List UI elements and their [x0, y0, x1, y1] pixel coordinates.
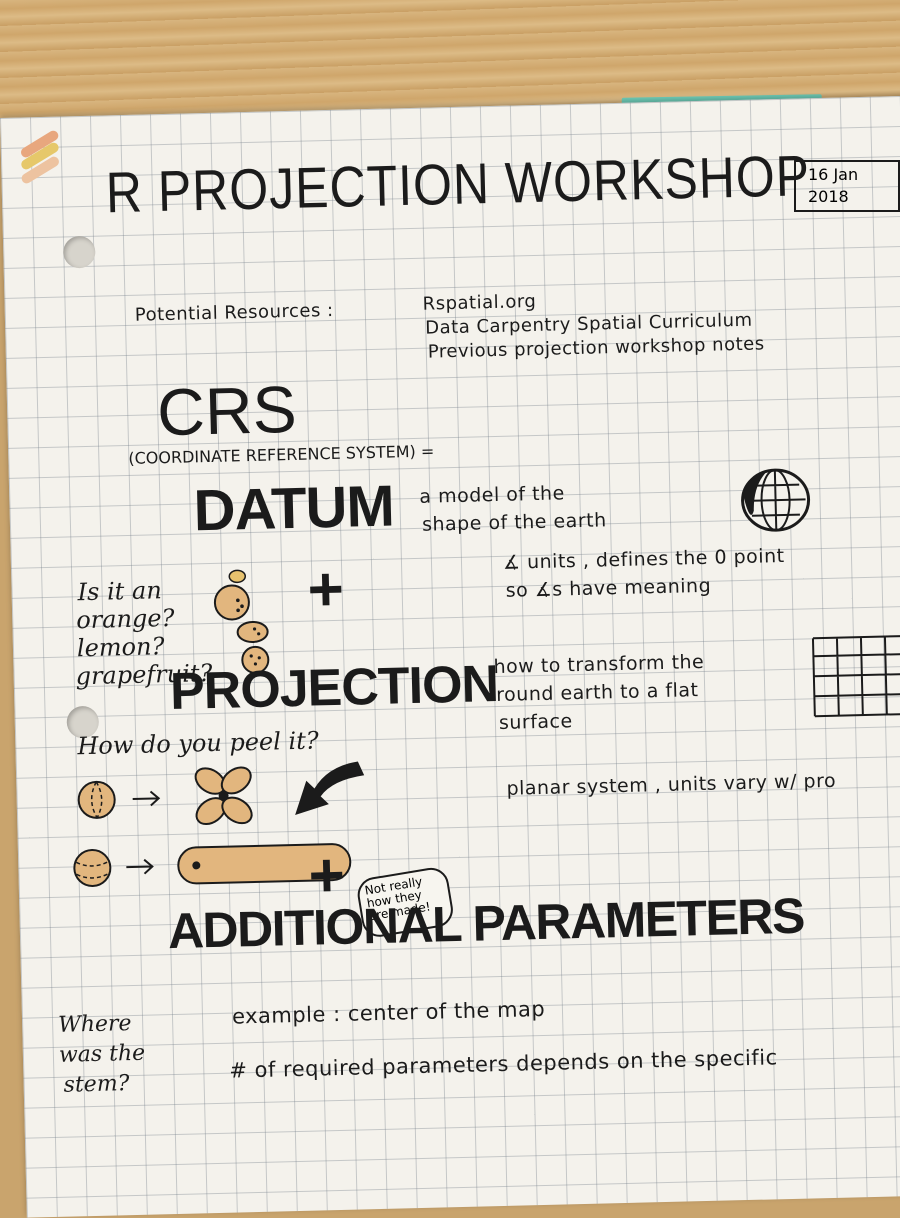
additional-required: # of required parameters depends on the …: [229, 1045, 778, 1083]
curved-arrow-icon: [295, 761, 365, 815]
resource-item: Previous projection workshop notes: [427, 333, 765, 363]
datum-desc: a model of the: [419, 482, 566, 508]
projection-note: planar system , units vary w/ pro: [506, 769, 837, 800]
plus-sign: +: [306, 554, 344, 625]
fruit-question: lemon?: [76, 632, 165, 663]
datum-desc: shape of the earth: [421, 509, 607, 536]
whole-fruit-arrow-icon: [77, 780, 161, 819]
datum-heading: DATUM: [192, 473, 395, 544]
binder-hole: [62, 235, 96, 269]
stem-question: was the: [58, 1040, 146, 1068]
resources-label: Potential Resources :: [134, 299, 334, 326]
peeled-flower-icon: [194, 766, 253, 826]
datum-note: so ∡s have meaning: [505, 574, 712, 602]
crs-heading: CRS: [156, 371, 298, 450]
globe-icon: [741, 468, 811, 532]
grid-paper-page: R PROJECTION WORKSHOP Potential Resource…: [0, 95, 900, 1218]
stem-question: stem?: [63, 1071, 130, 1098]
additional-example: example : center of the map: [231, 996, 546, 1029]
fruit-question: Is it an: [77, 576, 163, 607]
date-year: 2018: [808, 187, 849, 206]
resource-item: Rspatial.org: [422, 290, 537, 315]
projection-desc: round earth to a flat: [495, 679, 699, 707]
date-day-month: 16 Jan: [808, 165, 859, 184]
page-title: R PROJECTION WORKSHOP: [105, 143, 811, 225]
datum-note: ∡ units , defines the 0 point: [502, 544, 785, 574]
projection-heading: PROJECTION: [169, 655, 499, 722]
date-box: 16 Jan 2018: [794, 160, 900, 212]
projection-desc: surface: [498, 710, 573, 734]
flat-grid-icon: [811, 634, 900, 718]
additional-parameters-heading: ADDITIONAL PARAMETERS: [167, 887, 805, 960]
stem-question: Where: [57, 1011, 132, 1038]
projection-desc: how to transform the: [493, 650, 705, 679]
fruit-question: orange?: [75, 603, 175, 635]
